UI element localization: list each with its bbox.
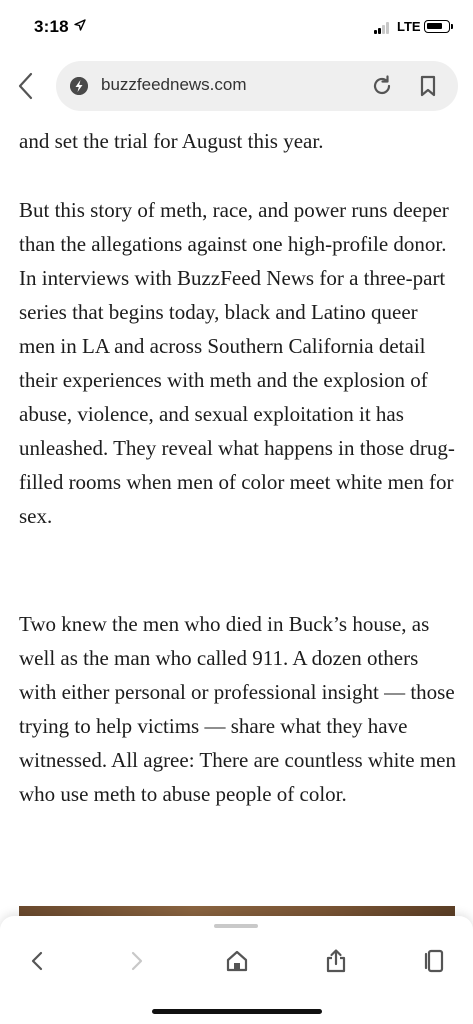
url-text: buzzfeednews.com bbox=[101, 75, 247, 94]
sheet-grabber[interactable] bbox=[214, 924, 258, 928]
battery-icon bbox=[424, 20, 450, 33]
location-arrow-icon bbox=[74, 19, 86, 31]
address-bar[interactable]: buzzfeednews.com bbox=[56, 61, 458, 111]
network-type: LTE bbox=[397, 19, 421, 34]
home-icon[interactable] bbox=[224, 948, 250, 974]
bookmark-icon[interactable] bbox=[416, 74, 440, 98]
browser-address-row: buzzfeednews.com bbox=[0, 54, 473, 118]
status-time: 3:18 bbox=[34, 17, 69, 36]
home-indicator[interactable] bbox=[152, 1009, 322, 1014]
article-paragraph: and set the trial for August this year. bbox=[19, 129, 324, 153]
back-chevron-icon[interactable] bbox=[14, 70, 38, 102]
forward-icon[interactable] bbox=[124, 948, 150, 974]
cellular-signal-icon bbox=[374, 22, 394, 34]
reload-icon[interactable] bbox=[370, 74, 394, 98]
share-icon[interactable] bbox=[323, 948, 349, 974]
article-paragraph: Two knew the men who died in Buck’s hous… bbox=[19, 612, 456, 806]
status-bar: 3:18 LTE bbox=[0, 0, 473, 54]
tabs-icon[interactable] bbox=[422, 948, 448, 974]
browser-toolbar bbox=[0, 916, 473, 1024]
site-icon bbox=[70, 77, 88, 95]
back-icon[interactable] bbox=[24, 948, 50, 974]
battery-tip bbox=[451, 24, 453, 29]
article-paragraph: But this story of meth, race, and power … bbox=[19, 198, 455, 528]
